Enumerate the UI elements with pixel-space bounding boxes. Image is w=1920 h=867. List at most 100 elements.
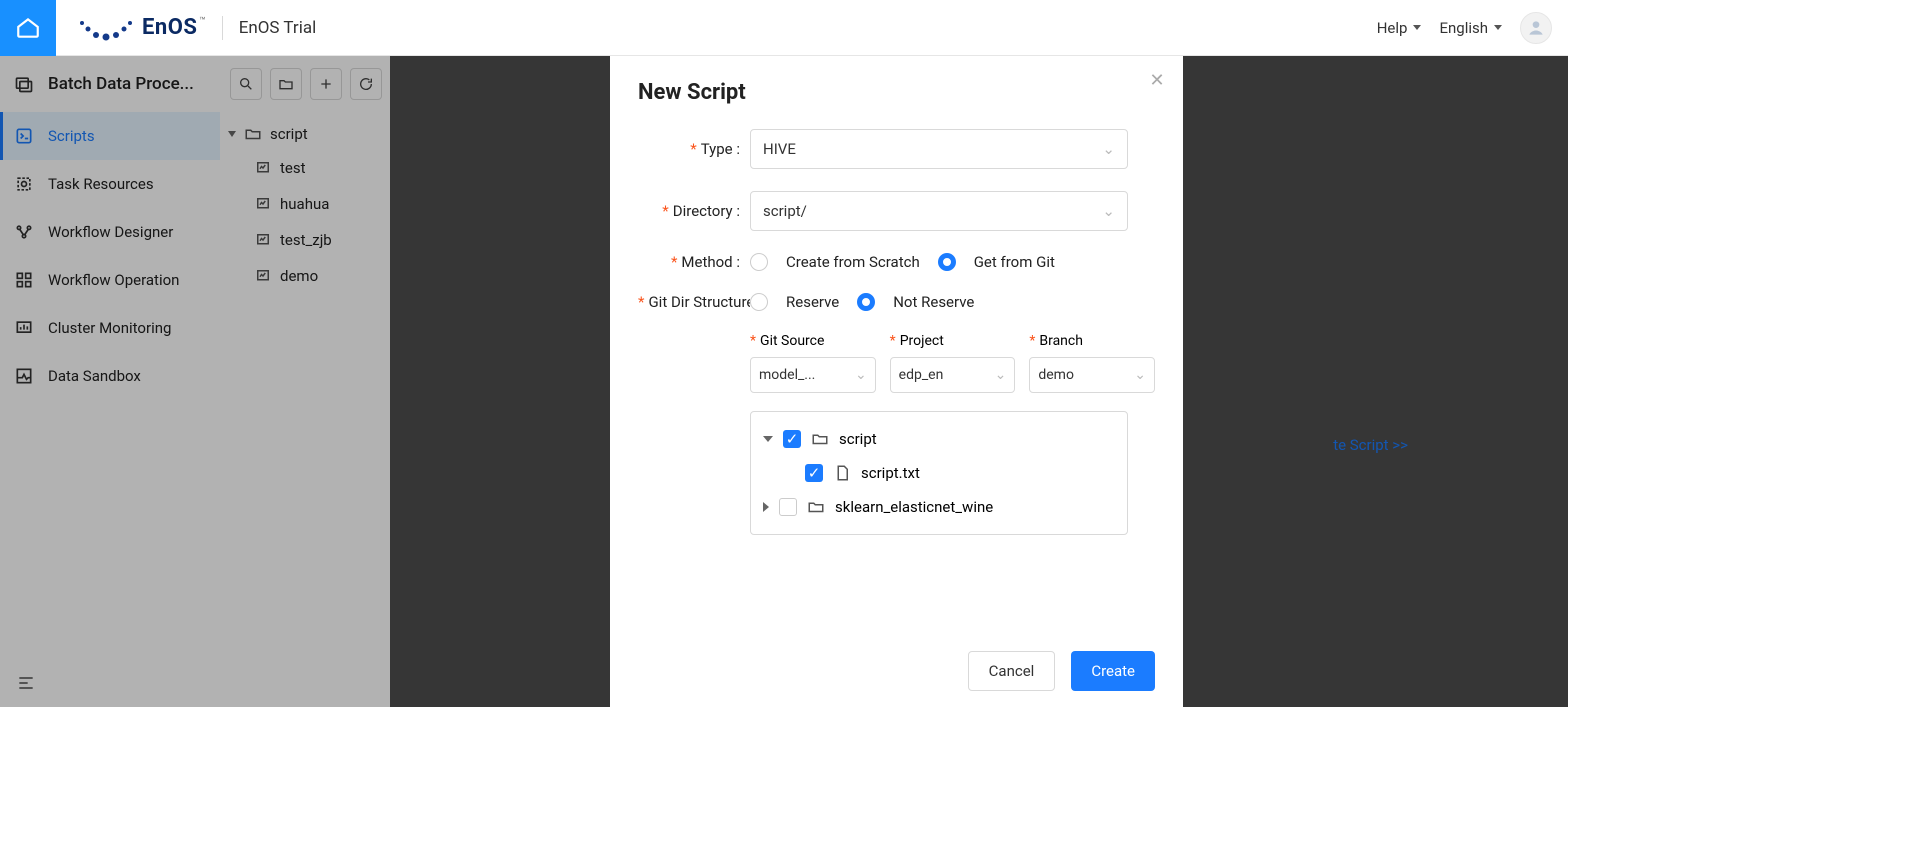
- chevron-down-icon: [1413, 25, 1421, 30]
- sandbox-icon: [14, 366, 34, 386]
- directory-label: Directory :: [638, 202, 750, 220]
- project-label: Project: [890, 333, 1016, 349]
- folder-icon: [244, 125, 262, 143]
- plus-icon: [318, 76, 334, 92]
- gitdir-option-reserve: Reserve: [786, 293, 839, 311]
- sidebar-item-cluster-monitoring[interactable]: Cluster Monitoring: [0, 304, 220, 352]
- tree-file-label: test_zjb: [280, 231, 332, 249]
- tree-file-label: huahua: [280, 195, 329, 213]
- project-select[interactable]: edp_en ⌄: [890, 357, 1016, 393]
- method-radio-scratch[interactable]: [750, 253, 768, 271]
- tree-file-label: demo: [280, 267, 318, 285]
- tree-row-script-folder[interactable]: ✓ script: [763, 422, 1115, 456]
- chevron-down-icon: ⌄: [1102, 140, 1115, 158]
- tree-folder-label: sklearn_elasticnet_wine: [835, 498, 993, 516]
- method-option-scratch: Create from Scratch: [786, 253, 920, 271]
- language-label: English: [1439, 19, 1488, 37]
- tree-file[interactable]: test_zjb: [254, 222, 382, 258]
- branch-label: Branch: [1029, 333, 1155, 349]
- tree-folder-script[interactable]: script: [228, 118, 382, 150]
- chevron-down-icon: [228, 131, 236, 137]
- refresh-icon: [358, 76, 374, 92]
- sidebar-item-label: Data Sandbox: [48, 367, 141, 385]
- sidebar-item-label: Workflow Designer: [48, 223, 173, 241]
- cards-icon: [14, 74, 34, 94]
- checkbox-script-txt[interactable]: ✓: [805, 464, 823, 482]
- collapse-sidebar-button[interactable]: [10, 667, 42, 699]
- help-label: Help: [1377, 19, 1408, 37]
- language-menu[interactable]: English: [1439, 19, 1502, 37]
- tree-folder-label: script: [839, 430, 877, 448]
- checkbox-sklearn[interactable]: [779, 498, 797, 516]
- directory-select[interactable]: script/ ⌄: [750, 191, 1128, 231]
- chevron-down-icon: ⌄: [1134, 367, 1146, 383]
- sidebar-item-workflow-designer[interactable]: Workflow Designer: [0, 208, 220, 256]
- method-radio-git[interactable]: [938, 253, 956, 271]
- user-avatar[interactable]: [1520, 12, 1552, 44]
- chevron-down-icon: ⌄: [995, 367, 1007, 383]
- sidebar-item-scripts[interactable]: Scripts: [0, 112, 220, 160]
- brand-tm: ™: [199, 16, 205, 27]
- sidebar-item-label: Scripts: [48, 127, 95, 145]
- tree-file[interactable]: demo: [254, 258, 382, 294]
- app-title: EnOS Trial: [239, 18, 317, 38]
- chevron-right-icon: [763, 502, 769, 512]
- modal-title: New Script: [638, 80, 1155, 105]
- tree-file-label: test: [280, 159, 306, 177]
- sidebar-item-workflow-operation[interactable]: Workflow Operation: [0, 256, 220, 304]
- checkbox-script[interactable]: ✓: [783, 430, 801, 448]
- git-source-label: Git Source: [750, 333, 876, 349]
- tree-row-sklearn-folder[interactable]: sklearn_elasticnet_wine: [763, 490, 1115, 524]
- sidebar-title: Batch Data Proce...: [48, 74, 206, 94]
- sidebar-item-task-resources[interactable]: Task Resources: [0, 160, 220, 208]
- sidebar-item-label: Workflow Operation: [48, 271, 179, 289]
- chevron-down-icon: [1494, 25, 1502, 30]
- type-value: HIVE: [763, 140, 796, 158]
- file-icon: [254, 195, 272, 213]
- new-folder-button[interactable]: [270, 68, 302, 100]
- gitdir-option-notreserve: Not Reserve: [893, 293, 974, 311]
- tree-file[interactable]: test: [254, 150, 382, 186]
- type-select[interactable]: HIVE ⌄: [750, 129, 1128, 169]
- git-source-value: model_...: [759, 367, 815, 383]
- new-button[interactable]: [310, 68, 342, 100]
- git-dir-label: Git Dir Structure: [638, 293, 750, 311]
- create-label: Create: [1091, 662, 1135, 680]
- refresh-button[interactable]: [350, 68, 382, 100]
- tree-file[interactable]: huahua: [254, 186, 382, 222]
- gitdir-radio-reserve[interactable]: [750, 293, 768, 311]
- close-button[interactable]: ✕: [1147, 70, 1167, 90]
- resources-icon: [14, 174, 34, 194]
- search-button[interactable]: [230, 68, 262, 100]
- branch-select[interactable]: demo ⌄: [1029, 357, 1155, 393]
- primary-sidebar: Batch Data Proce... Scripts Task Resourc…: [0, 56, 220, 707]
- tree-row-script-txt[interactable]: ✓ script.txt: [763, 456, 1115, 490]
- gitdir-radio-notreserve[interactable]: [857, 293, 875, 311]
- project-value: edp_en: [899, 367, 944, 383]
- method-label: Method :: [638, 253, 750, 271]
- folder-icon: [807, 498, 825, 516]
- monitor-icon: [14, 318, 34, 338]
- workflow-icon: [14, 222, 34, 242]
- folder-icon: [278, 76, 294, 92]
- create-button[interactable]: Create: [1071, 651, 1155, 691]
- user-icon: [1526, 18, 1546, 38]
- file-icon: [833, 464, 851, 482]
- chevron-down-icon: ⌄: [855, 367, 867, 383]
- git-source-select[interactable]: model_... ⌄: [750, 357, 876, 393]
- brand-logo: EnOS ™: [76, 13, 206, 43]
- tree-folder-label: script: [270, 125, 308, 143]
- sidebar-header: Batch Data Proce...: [0, 56, 220, 112]
- file-icon: [254, 231, 272, 249]
- sidebar-item-data-sandbox[interactable]: Data Sandbox: [0, 352, 220, 400]
- home-button[interactable]: [0, 0, 56, 56]
- file-icon: [254, 267, 272, 285]
- sidebar-item-label: Cluster Monitoring: [48, 319, 171, 337]
- help-menu[interactable]: Help: [1377, 19, 1422, 37]
- close-icon: ✕: [1149, 70, 1164, 91]
- create-script-link[interactable]: te Script >>: [1333, 436, 1408, 454]
- cancel-button[interactable]: Cancel: [968, 651, 1056, 691]
- script-tree: script test huahua test_zjb demo: [220, 112, 390, 300]
- secondary-sidebar: script test huahua test_zjb demo: [220, 56, 390, 707]
- tree-file-label: script.txt: [861, 464, 920, 482]
